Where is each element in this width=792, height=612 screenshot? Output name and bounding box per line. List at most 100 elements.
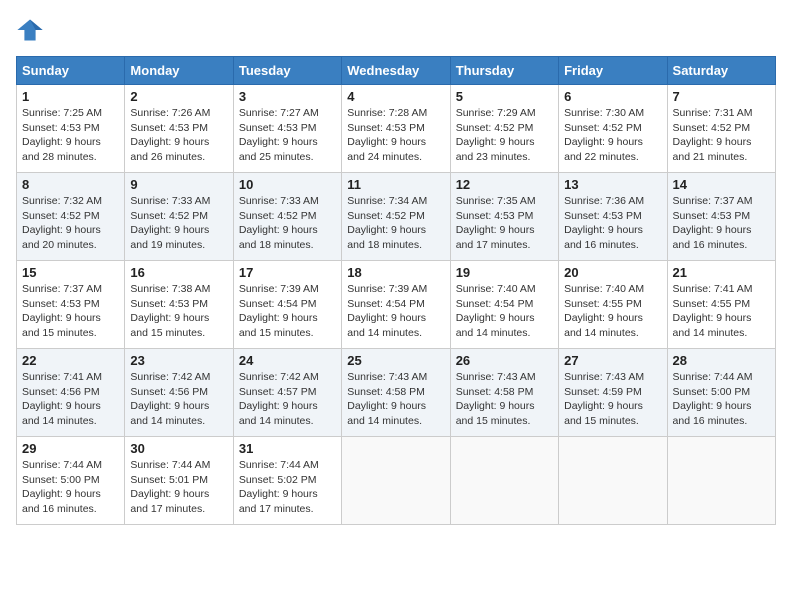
- calendar-cell: 23 Sunrise: 7:42 AMSunset: 4:56 PMDayligh…: [125, 349, 233, 437]
- day-number: 20: [564, 265, 661, 280]
- day-info: Sunrise: 7:43 AMSunset: 4:59 PMDaylight:…: [564, 370, 661, 429]
- day-number: 24: [239, 353, 336, 368]
- calendar-cell: 17 Sunrise: 7:39 AMSunset: 4:54 PMDayligh…: [233, 261, 341, 349]
- calendar-cell: 7Sunrise: 7:31 AMSunset: 4:52 PMDaylight…: [667, 85, 775, 173]
- day-info: Sunrise: 7:25 AMSunset: 4:53 PMDaylight:…: [22, 106, 119, 165]
- col-header-sunday: Sunday: [17, 57, 125, 85]
- day-number: 14: [673, 177, 770, 192]
- day-number: 1: [22, 89, 119, 104]
- day-number: 2: [130, 89, 227, 104]
- col-header-wednesday: Wednesday: [342, 57, 450, 85]
- day-info: Sunrise: 7:39 AMSunset: 4:54 PMDaylight:…: [239, 282, 336, 341]
- calendar-cell: 29 Sunrise: 7:44 AMSunset: 5:00 PMDayligh…: [17, 437, 125, 525]
- calendar-week-row: 15 Sunrise: 7:37 AMSunset: 4:53 PMDayligh…: [17, 261, 776, 349]
- day-info: Sunrise: 7:36 AMSunset: 4:53 PMDaylight:…: [564, 194, 661, 253]
- day-info: Sunrise: 7:42 AMSunset: 4:57 PMDaylight:…: [239, 370, 336, 429]
- day-info: Sunrise: 7:39 AMSunset: 4:54 PMDaylight:…: [347, 282, 444, 341]
- day-info: Sunrise: 7:41 AMSunset: 4:55 PMDaylight:…: [673, 282, 770, 341]
- calendar-cell: 18 Sunrise: 7:39 AMSunset: 4:54 PMDayligh…: [342, 261, 450, 349]
- day-info: Sunrise: 7:33 AMSunset: 4:52 PMDaylight:…: [239, 194, 336, 253]
- calendar-week-row: 22 Sunrise: 7:41 AMSunset: 4:56 PMDayligh…: [17, 349, 776, 437]
- day-info: Sunrise: 7:29 AMSunset: 4:52 PMDaylight:…: [456, 106, 553, 165]
- col-header-thursday: Thursday: [450, 57, 558, 85]
- day-number: 30: [130, 441, 227, 456]
- day-info: Sunrise: 7:35 AMSunset: 4:53 PMDaylight:…: [456, 194, 553, 253]
- calendar-cell: 15 Sunrise: 7:37 AMSunset: 4:53 PMDayligh…: [17, 261, 125, 349]
- day-number: 22: [22, 353, 119, 368]
- day-info: Sunrise: 7:27 AMSunset: 4:53 PMDaylight:…: [239, 106, 336, 165]
- day-number: 17: [239, 265, 336, 280]
- day-number: 13: [564, 177, 661, 192]
- calendar-cell: [559, 437, 667, 525]
- day-info: Sunrise: 7:44 AMSunset: 5:02 PMDaylight:…: [239, 458, 336, 517]
- calendar-cell: 22 Sunrise: 7:41 AMSunset: 4:56 PMDayligh…: [17, 349, 125, 437]
- calendar-cell: [450, 437, 558, 525]
- calendar-cell: 28Sunrise: 7:44 AMSunset: 5:00 PMDayligh…: [667, 349, 775, 437]
- calendar-cell: 3 Sunrise: 7:27 AMSunset: 4:53 PMDaylight…: [233, 85, 341, 173]
- day-info: Sunrise: 7:41 AMSunset: 4:56 PMDaylight:…: [22, 370, 119, 429]
- calendar-cell: 26 Sunrise: 7:43 AMSunset: 4:58 PMDayligh…: [450, 349, 558, 437]
- day-info: Sunrise: 7:44 AMSunset: 5:00 PMDaylight:…: [673, 370, 770, 429]
- day-number: 4: [347, 89, 444, 104]
- calendar-cell: 5 Sunrise: 7:29 AMSunset: 4:52 PMDaylight…: [450, 85, 558, 173]
- calendar-cell: 25Sunrise: 7:43 AMSunset: 4:58 PMDayligh…: [342, 349, 450, 437]
- day-info: Sunrise: 7:31 AMSunset: 4:52 PMDaylight:…: [673, 106, 770, 165]
- day-number: 5: [456, 89, 553, 104]
- day-info: Sunrise: 7:37 AMSunset: 4:53 PMDaylight:…: [673, 194, 770, 253]
- day-info: Sunrise: 7:43 AMSunset: 4:58 PMDaylight:…: [456, 370, 553, 429]
- calendar-cell: 14 Sunrise: 7:37 AMSunset: 4:53 PMDayligh…: [667, 173, 775, 261]
- calendar-week-row: 8 Sunrise: 7:32 AMSunset: 4:52 PMDaylight…: [17, 173, 776, 261]
- calendar-cell: 1 Sunrise: 7:25 AMSunset: 4:53 PMDaylight…: [17, 85, 125, 173]
- calendar-cell: 20 Sunrise: 7:40 AMSunset: 4:55 PMDayligh…: [559, 261, 667, 349]
- day-info: Sunrise: 7:38 AMSunset: 4:53 PMDaylight:…: [130, 282, 227, 341]
- day-number: 27: [564, 353, 661, 368]
- col-header-saturday: Saturday: [667, 57, 775, 85]
- day-number: 26: [456, 353, 553, 368]
- day-number: 11: [347, 177, 444, 192]
- day-info: Sunrise: 7:42 AMSunset: 4:56 PMDaylight:…: [130, 370, 227, 429]
- day-number: 12: [456, 177, 553, 192]
- calendar-cell: [667, 437, 775, 525]
- calendar-table: SundayMondayTuesdayWednesdayThursdayFrid…: [16, 56, 776, 525]
- calendar-cell: 21Sunrise: 7:41 AMSunset: 4:55 PMDayligh…: [667, 261, 775, 349]
- calendar-cell: 13 Sunrise: 7:36 AMSunset: 4:53 PMDayligh…: [559, 173, 667, 261]
- col-header-friday: Friday: [559, 57, 667, 85]
- calendar-cell: 4Sunrise: 7:28 AMSunset: 4:53 PMDaylight…: [342, 85, 450, 173]
- calendar-cell: 9 Sunrise: 7:33 AMSunset: 4:52 PMDaylight…: [125, 173, 233, 261]
- calendar-week-row: 1 Sunrise: 7:25 AMSunset: 4:53 PMDaylight…: [17, 85, 776, 173]
- calendar-cell: 24 Sunrise: 7:42 AMSunset: 4:57 PMDayligh…: [233, 349, 341, 437]
- day-info: Sunrise: 7:32 AMSunset: 4:52 PMDaylight:…: [22, 194, 119, 253]
- day-info: Sunrise: 7:44 AMSunset: 5:00 PMDaylight:…: [22, 458, 119, 517]
- day-number: 19: [456, 265, 553, 280]
- col-header-tuesday: Tuesday: [233, 57, 341, 85]
- day-number: 3: [239, 89, 336, 104]
- day-info: Sunrise: 7:44 AMSunset: 5:01 PMDaylight:…: [130, 458, 227, 517]
- day-info: Sunrise: 7:40 AMSunset: 4:54 PMDaylight:…: [456, 282, 553, 341]
- day-info: Sunrise: 7:34 AMSunset: 4:52 PMDaylight:…: [347, 194, 444, 253]
- calendar-cell: 31 Sunrise: 7:44 AMSunset: 5:02 PMDayligh…: [233, 437, 341, 525]
- day-number: 18: [347, 265, 444, 280]
- day-number: 6: [564, 89, 661, 104]
- calendar-cell: 2Sunrise: 7:26 AMSunset: 4:53 PMDaylight…: [125, 85, 233, 173]
- day-info: Sunrise: 7:30 AMSunset: 4:52 PMDaylight:…: [564, 106, 661, 165]
- logo: [16, 16, 46, 44]
- calendar-cell: 30 Sunrise: 7:44 AMSunset: 5:01 PMDayligh…: [125, 437, 233, 525]
- day-number: 9: [130, 177, 227, 192]
- day-number: 25: [347, 353, 444, 368]
- day-number: 31: [239, 441, 336, 456]
- day-info: Sunrise: 7:40 AMSunset: 4:55 PMDaylight:…: [564, 282, 661, 341]
- day-number: 29: [22, 441, 119, 456]
- calendar-week-row: 29 Sunrise: 7:44 AMSunset: 5:00 PMDayligh…: [17, 437, 776, 525]
- calendar-cell: 10Sunrise: 7:33 AMSunset: 4:52 PMDayligh…: [233, 173, 341, 261]
- page-header: [16, 16, 776, 44]
- day-number: 8: [22, 177, 119, 192]
- calendar-cell: [342, 437, 450, 525]
- day-info: Sunrise: 7:33 AMSunset: 4:52 PMDaylight:…: [130, 194, 227, 253]
- calendar-cell: 12 Sunrise: 7:35 AMSunset: 4:53 PMDayligh…: [450, 173, 558, 261]
- calendar-cell: 11 Sunrise: 7:34 AMSunset: 4:52 PMDayligh…: [342, 173, 450, 261]
- day-info: Sunrise: 7:37 AMSunset: 4:53 PMDaylight:…: [22, 282, 119, 341]
- day-number: 23: [130, 353, 227, 368]
- calendar-cell: 6 Sunrise: 7:30 AMSunset: 4:52 PMDaylight…: [559, 85, 667, 173]
- day-number: 15: [22, 265, 119, 280]
- calendar-cell: 16Sunrise: 7:38 AMSunset: 4:53 PMDayligh…: [125, 261, 233, 349]
